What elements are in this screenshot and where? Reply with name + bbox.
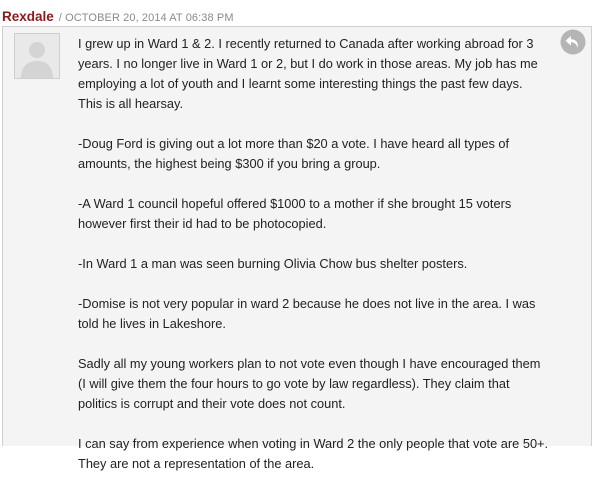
- reply-arrow-icon: [560, 29, 586, 55]
- comment-paragraph: -A Ward 1 council hopeful offered $1000 …: [78, 196, 512, 231]
- comment-paragraph: -Domise is not very popular in ward 2 be…: [78, 296, 536, 331]
- comment-paragraph: I grew up in Ward 1 & 2. I recently retu…: [78, 36, 538, 111]
- comment-author-link[interactable]: Rexdale: [2, 9, 54, 24]
- comment-date: OCTOBER 20, 2014 AT 06:38 PM: [65, 12, 234, 24]
- comment-body: I grew up in Ward 1 & 2. I recently retu…: [78, 34, 550, 494]
- comment-paragraph: -Doug Ford is giving out a lot more than…: [78, 136, 510, 171]
- comment-paragraph: I can say from experience when voting in…: [78, 436, 549, 471]
- comment-paragraph: Sadly all my young workers plan to not v…: [78, 356, 541, 411]
- comment-header: Rexdale / OCTOBER 20, 2014 AT 06:38 PM: [2, 9, 234, 27]
- reply-button[interactable]: [558, 27, 588, 57]
- comment-box: I grew up in Ward 1 & 2. I recently retu…: [2, 26, 592, 471]
- comment-meta: / OCTOBER 20, 2014 AT 06:38 PM: [59, 12, 234, 24]
- default-user-icon: [14, 33, 60, 79]
- meta-separator: /: [58, 12, 62, 24]
- comment-paragraph: -In Ward 1 a man was seen burning Olivia…: [78, 256, 468, 271]
